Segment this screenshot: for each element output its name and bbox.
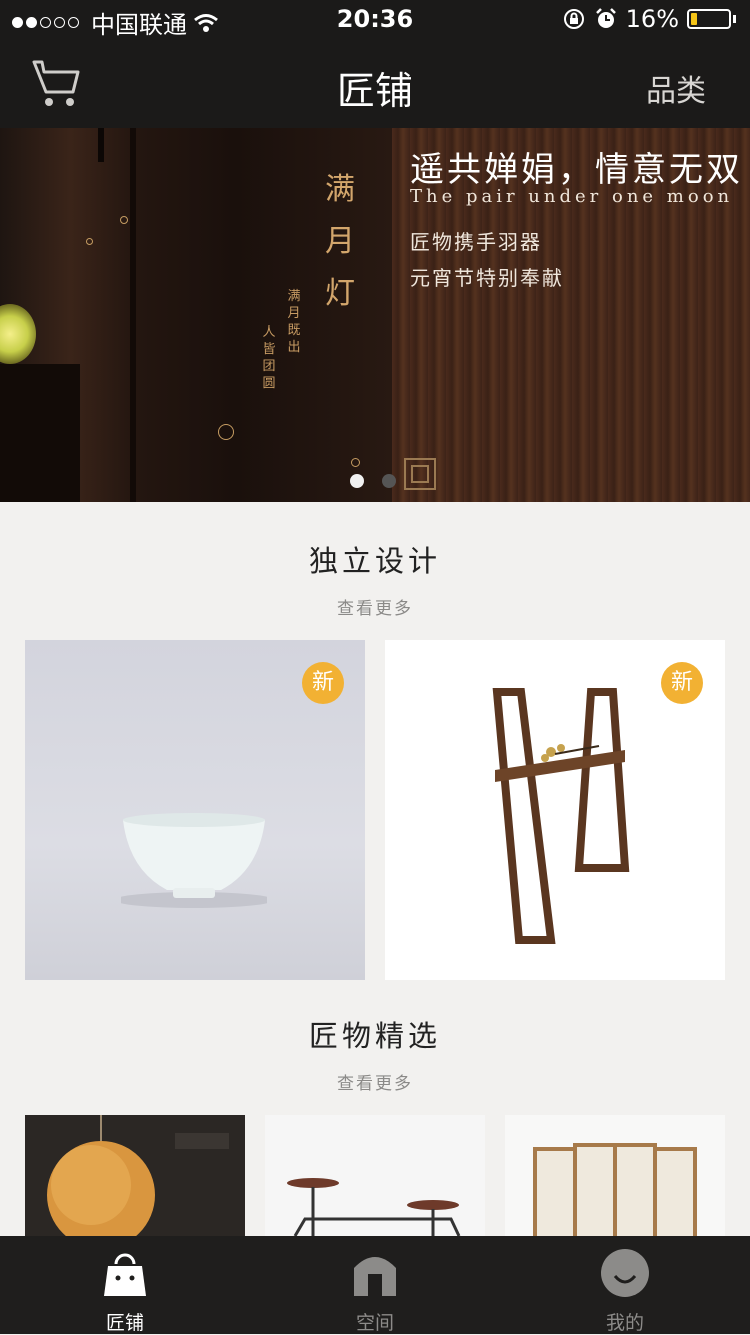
- shopping-bag-icon: [104, 1253, 146, 1296]
- house-icon: [354, 1257, 396, 1296]
- alarm-icon: [595, 8, 616, 28]
- banner-vertical-sub: 满月既出: [287, 289, 301, 355]
- category-button[interactable]: 品类: [646, 66, 706, 110]
- view-more-link[interactable]: 查看更多: [0, 594, 750, 619]
- product-card[interactable]: 新: [25, 640, 365, 980]
- tab-label: 匠铺: [105, 1312, 144, 1334]
- product-card[interactable]: [265, 1115, 485, 1236]
- side-table-image: [287, 1178, 461, 1236]
- view-more-link[interactable]: 查看更多: [0, 1069, 750, 1094]
- seal-logo: [404, 458, 436, 490]
- wall-stripe: [130, 128, 136, 502]
- page-title: 匠铺: [336, 69, 413, 113]
- folding-screen-image: [533, 1143, 697, 1236]
- product-card[interactable]: 新: [385, 640, 725, 980]
- banner-heading-english: The pair under one moon: [410, 186, 734, 207]
- carousel-indicator: [350, 474, 396, 488]
- battery-cap: [733, 15, 736, 23]
- banner-vertical-sub: 人皆团圆: [262, 325, 276, 391]
- battery-icon: [687, 9, 731, 29]
- promo-banner[interactable]: 满月灯 满月既出 人皆团圆 遥共婵娟，情意无双 The pair under o…: [0, 128, 750, 502]
- banner-heading: 遥共婵娟，情意无双: [410, 150, 743, 190]
- battery-percent: 16%: [625, 5, 679, 33]
- product-card[interactable]: [505, 1115, 725, 1236]
- ring-decoration: [86, 238, 93, 245]
- shelf: [0, 364, 80, 502]
- nav-bar: 匠铺 品类: [0, 40, 750, 128]
- product-card[interactable]: [25, 1115, 245, 1236]
- banner-lamp-scene: 满月灯 满月既出 人皆团圆: [0, 128, 392, 502]
- status-bar: 中国联通 20:36 16%: [0, 0, 750, 40]
- banner-vertical-title: 满月灯: [325, 172, 355, 311]
- tab-space[interactable]: 空间: [250, 1236, 500, 1334]
- rotation-lock-icon: [563, 9, 584, 29]
- white-bowl-image: [121, 813, 267, 908]
- new-badge: 新: [661, 662, 703, 704]
- tab-label: 空间: [355, 1312, 394, 1334]
- carousel-dot[interactable]: [382, 474, 396, 488]
- orange-lamp-image: [47, 1115, 229, 1236]
- banner-line-2: 元宵节特别奉献: [410, 266, 564, 290]
- new-badge: 新: [302, 662, 344, 704]
- tab-me[interactable]: 我的: [500, 1236, 750, 1334]
- moon-lamp-glow: [0, 304, 36, 364]
- ring-decoration: [351, 458, 360, 467]
- section-title-independent-design: 独立设计: [308, 544, 441, 578]
- banner-line-1: 匠物携手羽器: [410, 230, 542, 254]
- ring-decoration: [218, 424, 234, 440]
- tab-shop[interactable]: 匠铺: [0, 1236, 250, 1334]
- tab-label: 我的: [605, 1312, 644, 1334]
- carousel-dot-active[interactable]: [350, 474, 364, 488]
- hook-decoration: [98, 128, 104, 162]
- section-title-craft-selection: 匠物精选: [308, 1019, 441, 1053]
- smiley-icon: [601, 1249, 649, 1297]
- status-right: 16%: [562, 5, 736, 33]
- tab-bar: 匠铺 空间 我的: [0, 1236, 750, 1334]
- ring-decoration: [120, 216, 128, 224]
